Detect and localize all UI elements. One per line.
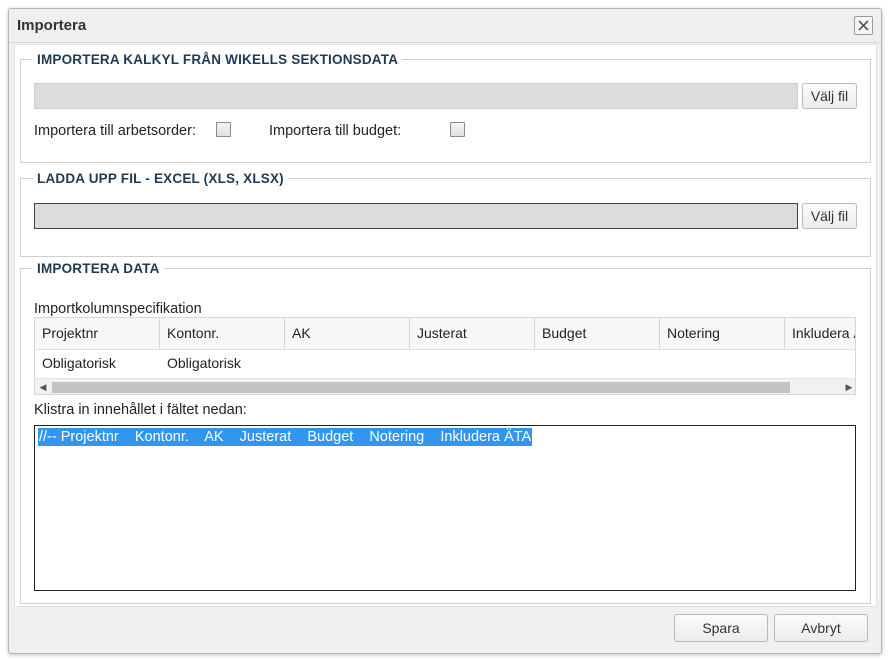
grid-header-row: Projektnr Kontonr. AK Justerat Budget No… <box>35 318 855 350</box>
budget-label: Importera till budget: <box>269 123 402 139</box>
grid-header-budget[interactable]: Budget <box>535 318 660 350</box>
paste-label: Klistra in innehållet i fältet nedan: <box>34 402 247 418</box>
scroll-right-arrow-icon[interactable]: ▶ <box>842 381 855 394</box>
workorder-label: Importera till arbetsorder: <box>34 123 196 139</box>
grid-cell: Obligatorisk <box>42 355 116 371</box>
budget-checkbox[interactable] <box>450 122 465 137</box>
scroll-thumb[interactable] <box>52 382 790 393</box>
grid-header-justerat[interactable]: Justerat <box>410 318 535 350</box>
grid-header-kontonr[interactable]: Kontonr. <box>160 318 285 350</box>
cancel-button[interactable]: Avbryt <box>774 614 868 642</box>
workorder-checkbox[interactable] <box>216 122 231 137</box>
selected-text: //-- Projektnr Kontonr. AK Justerat Budg… <box>38 428 533 446</box>
scroll-left-arrow-icon[interactable]: ◀ <box>36 381 50 394</box>
close-icon <box>858 20 869 31</box>
save-button[interactable]: Spara <box>674 614 768 642</box>
dialog-body: IMPORTERA KALKYL FRÅN WIKELLS SEKTIONSDA… <box>14 44 877 607</box>
grid-header-notering[interactable]: Notering <box>660 318 785 350</box>
wikells-file-input[interactable] <box>34 83 798 109</box>
close-button[interactable] <box>854 16 873 35</box>
table-row: Obligatorisk Obligatorisk <box>35 350 855 377</box>
grid-header-ak[interactable]: AK <box>285 318 410 350</box>
grid-horizontal-scrollbar[interactable]: ◀ ▶ <box>35 378 855 394</box>
column-spec-label: Importkolumnspecifikation <box>34 301 202 317</box>
excel-choose-file-button[interactable]: Välj fil <box>802 203 857 229</box>
grid-cell: Obligatorisk <box>167 355 241 371</box>
excel-file-input[interactable] <box>34 203 798 229</box>
dialog-titlebar: Importera <box>9 9 881 43</box>
import-data-legend: IMPORTERA DATA <box>37 261 160 276</box>
paste-textarea[interactable]: //-- Projektnr Kontonr. AK Justerat Budg… <box>34 425 856 591</box>
wikells-choose-file-button[interactable]: Välj fil <box>802 83 857 109</box>
grid-header-projektnr[interactable]: Projektnr <box>35 318 160 350</box>
column-spec-grid: Projektnr Kontonr. AK Justerat Budget No… <box>34 317 856 395</box>
grid-header-inkludera-ata[interactable]: Inkludera ÄTA <box>785 318 855 350</box>
excel-legend: LADDA UPP FIL - EXCEL (XLS, XLSX) <box>37 171 284 186</box>
import-dialog: Importera IMPORTERA KALKYL FRÅN WIKELLS … <box>8 8 882 654</box>
wikells-legend: IMPORTERA KALKYL FRÅN WIKELLS SEKTIONSDA… <box>37 52 399 67</box>
dialog-title: Importera <box>17 17 87 34</box>
